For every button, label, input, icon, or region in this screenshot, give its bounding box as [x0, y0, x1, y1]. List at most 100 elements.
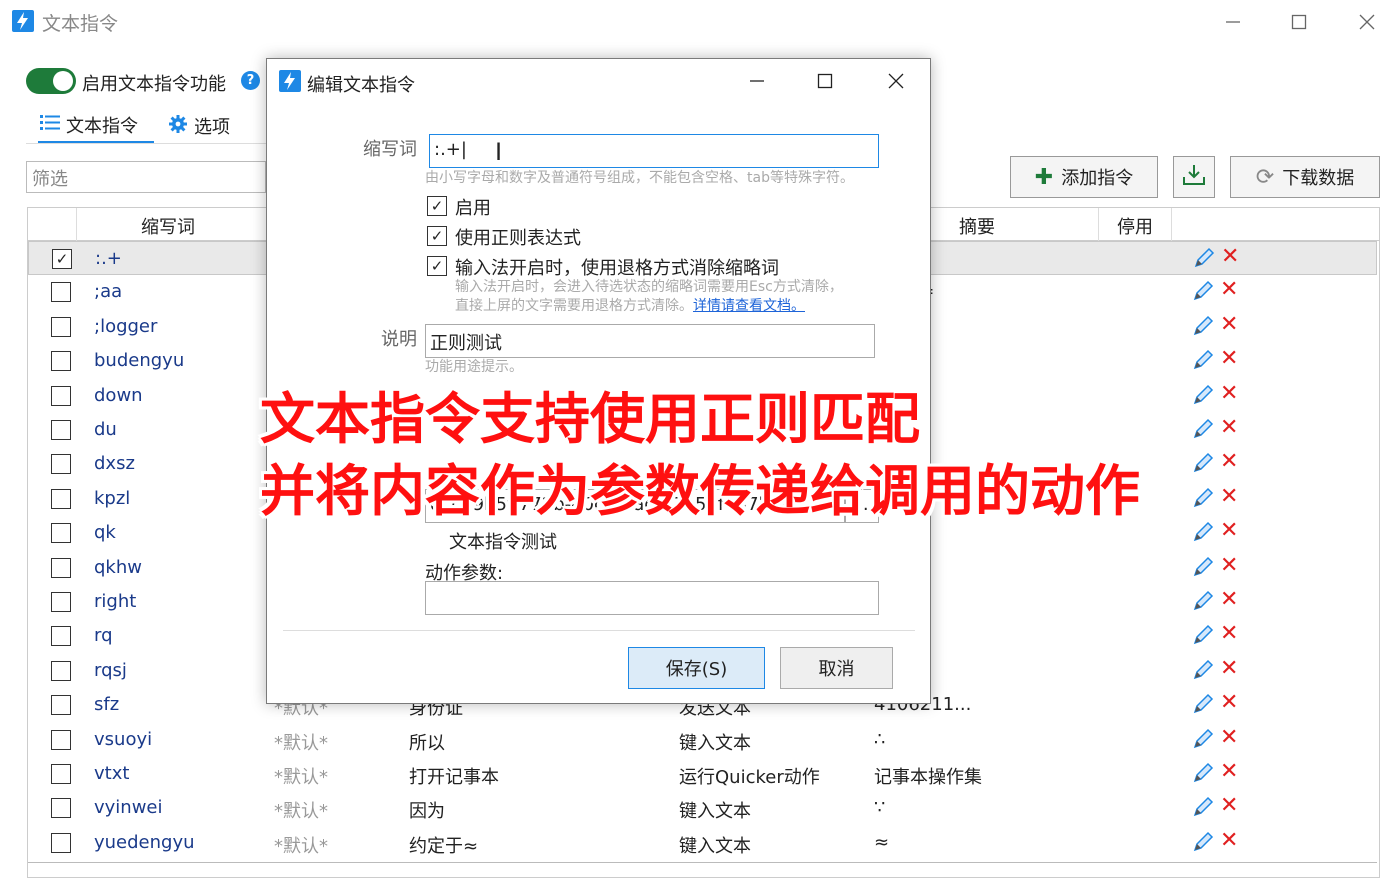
header-abbr[interactable]: 缩写词	[141, 213, 195, 239]
delete-x-icon[interactable]: ✕	[1220, 346, 1238, 371]
edit-pencil-icon[interactable]	[1191, 761, 1215, 785]
tab-text-commands[interactable]: 文本指令	[38, 108, 154, 144]
edit-pencil-icon[interactable]	[1191, 692, 1215, 716]
delete-x-icon[interactable]: ✕	[1221, 244, 1239, 269]
row-category: *默认*	[274, 835, 328, 857]
row-checkbox[interactable]	[51, 660, 71, 681]
delete-x-icon[interactable]: ✕	[1220, 587, 1238, 612]
row-checkbox[interactable]	[51, 592, 71, 612]
edit-pencil-icon[interactable]	[1191, 555, 1215, 579]
dialog-minimize-button[interactable]	[742, 67, 772, 95]
delete-x-icon[interactable]: ✕	[1220, 690, 1238, 715]
docs-link[interactable]: 详情请查看文档。	[693, 298, 805, 314]
title-bar: 文本指令	[0, 0, 1384, 44]
row-checkbox[interactable]	[51, 351, 71, 372]
edit-pencil-icon[interactable]	[1191, 417, 1215, 441]
description-input[interactable]: 正则测试	[425, 324, 875, 358]
edit-pencil-icon[interactable]	[1192, 246, 1216, 270]
table-row[interactable]: vsuoyi *默认* 所以 键入文本 ∴ ✕	[28, 723, 1377, 757]
row-checkbox[interactable]: ✓	[52, 249, 72, 269]
ime-hint-line-1: 输入法开启时，会进入待选状态的缩略词需要用Esc方式清除，	[455, 279, 843, 295]
row-type: 键入文本	[679, 835, 751, 857]
delete-x-icon[interactable]: ✕	[1220, 484, 1238, 509]
minimize-button[interactable]	[1218, 8, 1248, 36]
add-command-button[interactable]: ✚ 添加指令	[1010, 156, 1158, 198]
delete-x-icon[interactable]: ✕	[1220, 828, 1238, 853]
delete-x-icon[interactable]: ✕	[1220, 312, 1238, 337]
delete-x-icon[interactable]: ✕	[1220, 381, 1238, 406]
ime-hint-text: 直接上屏的文字需要用退格方式清除。	[455, 298, 693, 314]
close-button[interactable]	[1352, 8, 1382, 36]
delete-x-icon[interactable]: ✕	[1220, 449, 1238, 474]
row-checkbox[interactable]	[51, 764, 71, 784]
dialog-maximize-button[interactable]	[810, 67, 840, 95]
download-data-label: 下载数据	[1282, 168, 1355, 189]
help-icon[interactable]: ?	[241, 71, 260, 90]
edit-pencil-icon[interactable]	[1191, 451, 1215, 475]
row-description: 约定于≈	[409, 835, 479, 857]
row-checkbox[interactable]	[51, 523, 71, 544]
filter-input[interactable]: 筛选	[26, 161, 266, 193]
abbr-label: 缩写词	[363, 139, 417, 160]
edit-pencil-icon[interactable]	[1191, 383, 1215, 407]
row-abbr: rqsj	[94, 659, 127, 681]
delete-x-icon[interactable]: ✕	[1220, 656, 1238, 681]
caption-line-2: 并将内容作为参数传递给调用的动作	[260, 459, 1141, 523]
edit-pencil-icon[interactable]	[1191, 348, 1215, 372]
row-summary: 记事本操作集	[874, 767, 982, 788]
row-checkbox[interactable]	[51, 695, 71, 716]
regex-checkbox[interactable]: ✓	[427, 226, 447, 246]
ime-backspace-checkbox[interactable]: ✓	[427, 256, 447, 276]
row-checkbox[interactable]	[51, 420, 71, 440]
row-checkbox[interactable]	[51, 488, 71, 509]
gear-icon	[168, 114, 188, 139]
cancel-button[interactable]: 取消	[780, 647, 893, 689]
row-checkbox[interactable]	[51, 626, 71, 647]
action-params-input[interactable]	[425, 581, 879, 615]
dialog-close-button[interactable]	[881, 67, 911, 95]
edit-pencil-icon[interactable]	[1191, 520, 1215, 544]
edit-pencil-icon[interactable]	[1191, 658, 1215, 682]
download-data-button[interactable]: ⟳ 下载数据	[1230, 156, 1380, 198]
edit-pencil-icon[interactable]	[1191, 589, 1215, 613]
edit-pencil-icon[interactable]	[1191, 830, 1215, 854]
delete-x-icon[interactable]: ✕	[1220, 518, 1238, 543]
delete-x-icon[interactable]: ✕	[1220, 621, 1238, 646]
delete-x-icon[interactable]: ✕	[1220, 759, 1238, 784]
enable-checkbox[interactable]: ✓	[427, 196, 447, 216]
row-checkbox[interactable]	[51, 385, 71, 406]
row-summary: ∵	[874, 797, 886, 819]
edit-pencil-icon[interactable]	[1191, 279, 1215, 303]
delete-x-icon[interactable]: ✕	[1220, 553, 1238, 578]
save-button[interactable]: 保存(S)	[628, 647, 765, 689]
header-summary[interactable]: 摘要	[959, 213, 995, 239]
edit-pencil-icon[interactable]	[1191, 795, 1215, 819]
delete-x-icon[interactable]: ✕	[1220, 415, 1238, 440]
table-row[interactable]: yuedengyu *默认* 约定于≈ 键入文本 ≈ ✕	[28, 826, 1377, 860]
enable-toggle[interactable]	[26, 68, 76, 94]
edit-pencil-icon[interactable]	[1191, 314, 1215, 338]
row-checkbox[interactable]	[51, 316, 71, 337]
edit-pencil-icon[interactable]	[1191, 727, 1215, 751]
row-checkbox[interactable]	[51, 282, 71, 303]
row-checkbox[interactable]	[51, 832, 71, 853]
row-checkbox[interactable]	[51, 729, 71, 750]
row-checkbox[interactable]	[51, 798, 71, 819]
delete-x-icon[interactable]: ✕	[1220, 725, 1238, 750]
dialog-lightning-icon	[279, 70, 301, 92]
edit-pencil-icon[interactable]	[1191, 486, 1215, 510]
table-row[interactable]: vtxt *默认* 打开记事本 运行Quicker动作 记事本操作集 ✕	[28, 757, 1377, 791]
row-checkbox[interactable]	[51, 454, 71, 475]
row-abbr: budengyu	[94, 350, 185, 372]
edit-pencil-icon[interactable]	[1191, 623, 1215, 647]
delete-x-icon[interactable]: ✕	[1220, 277, 1238, 302]
tab-options[interactable]: 选项	[168, 108, 258, 144]
row-checkbox[interactable]	[51, 557, 71, 578]
delete-x-icon[interactable]: ✕	[1220, 793, 1238, 818]
header-disabled[interactable]: 停用	[1117, 213, 1153, 239]
row-abbr: qkhw	[94, 556, 142, 578]
import-button[interactable]	[1173, 156, 1215, 198]
maximize-button[interactable]	[1284, 8, 1314, 36]
table-row[interactable]: vyinwei *默认* 因为 键入文本 ∵ ✕	[28, 791, 1377, 825]
row-description: 所以	[409, 732, 445, 754]
